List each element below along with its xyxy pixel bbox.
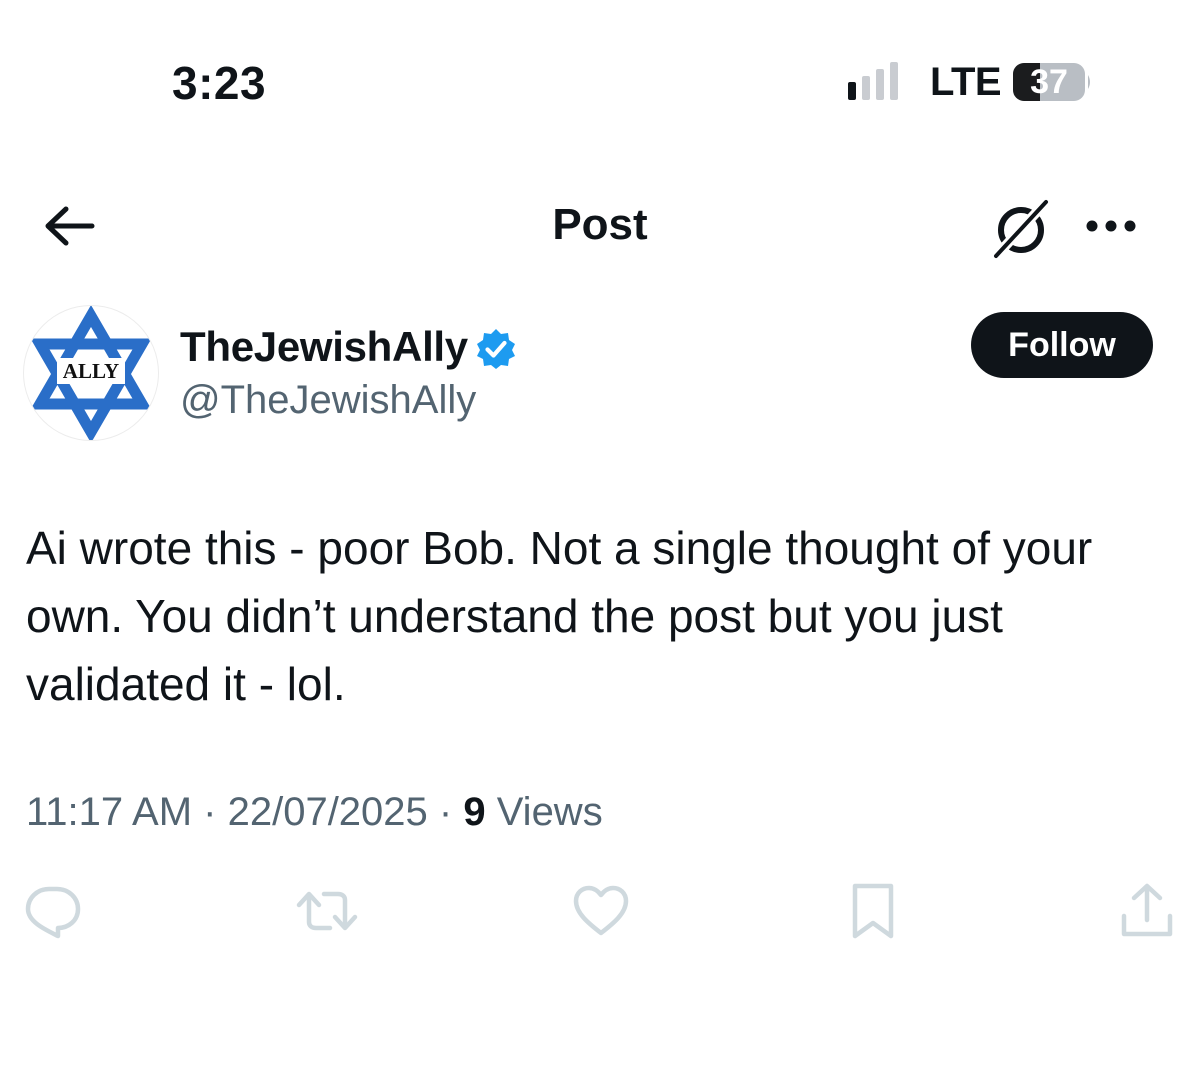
signal-strength-icon: [848, 62, 898, 100]
avatar[interactable]: ALLY: [24, 306, 158, 440]
views-label: Views: [496, 790, 603, 834]
grok-icon[interactable]: [988, 196, 1054, 262]
post-time: 11:17 AM: [26, 790, 193, 834]
author-name-row: TheJewishAlly: [180, 322, 518, 372]
post-meta: 11:17 AM · 22/07/2025 · 9 Views: [26, 790, 603, 834]
share-icon[interactable]: [1116, 880, 1178, 942]
follow-button[interactable]: Follow: [971, 312, 1153, 378]
avatar-text: ALLY: [63, 359, 119, 383]
verified-badge-icon: [476, 329, 515, 369]
reply-icon[interactable]: [22, 880, 84, 942]
status-time: 3:23: [172, 57, 267, 109]
heart-icon[interactable]: [570, 880, 632, 942]
arrow-left-icon[interactable]: [36, 196, 100, 260]
user-handle[interactable]: @TheJewishAlly: [180, 378, 476, 423]
page-title: Post: [552, 200, 648, 249]
post-date: 22/07/2025: [227, 790, 428, 834]
display-name[interactable]: TheJewishAlly: [180, 323, 468, 371]
network-type: LTE: [930, 60, 1002, 104]
views-count[interactable]: 9: [463, 790, 485, 834]
repost-icon[interactable]: [296, 880, 358, 942]
battery-level: 37: [1030, 63, 1068, 101]
more-icon[interactable]: [1082, 206, 1142, 246]
post-text: Ai wrote this - poor Bob. Not a single t…: [26, 522, 1093, 710]
bookmark-icon[interactable]: [842, 880, 904, 942]
